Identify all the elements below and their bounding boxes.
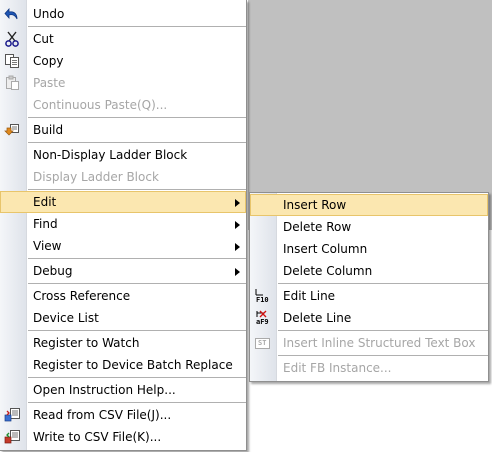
menu-separator [28,330,246,331]
undo-icon [4,6,21,22]
read-csv-icon [4,407,21,423]
submenu-item-delete-row[interactable]: Delete Row [250,216,488,238]
menu-separator [278,283,488,284]
menu-separator [28,142,246,143]
submenu-arrow-icon [235,199,240,207]
menu-separator [28,283,246,284]
submenu-item-edit-fb-instance[interactable]: Edit FB Instance... [250,357,488,379]
menu-item-display-ladder-block[interactable]: Display Ladder Block [0,166,246,188]
delete-line-icon: aF9 [254,310,271,326]
submenu-item-delete-line[interactable]: aF9 Delete Line [250,307,488,329]
submenu-item-insert-row[interactable]: Insert Row [250,194,488,216]
menu-item-edit[interactable]: Edit [0,191,246,213]
paste-icon [4,75,21,91]
menu-item-undo[interactable]: Undo [0,3,246,25]
context-menu: Undo Cut Copy Paste Continuous Paste(Q).… [0,0,247,451]
menu-separator [28,258,246,259]
menu-separator [28,402,246,403]
submenu-arrow-icon [235,221,240,229]
menu-item-copy[interactable]: Copy [0,50,246,72]
build-icon [4,122,21,138]
copy-icon [4,53,21,69]
menu-item-paste[interactable]: Paste [0,72,246,94]
menu-item-non-display-ladder-block[interactable]: Non-Display Ladder Block [0,144,246,166]
menu-separator [28,117,246,118]
menu-item-open-instruction-help[interactable]: Open Instruction Help... [0,379,246,401]
submenu-arrow-icon [235,243,240,251]
cut-icon [4,31,21,47]
menu-separator [28,26,246,27]
menu-item-write-to-csv[interactable]: Write to CSV File(K)... [0,426,246,448]
menu-item-build[interactable]: Build [0,119,246,141]
menu-item-cross-reference[interactable]: Cross Reference [0,285,246,307]
menu-item-register-to-device-batch-replace[interactable]: Register to Device Batch Replace [0,354,246,376]
menu-separator [278,355,488,356]
submenu-arrow-icon [235,268,240,276]
edit-line-icon: F10 [255,289,269,304]
write-csv-icon [4,429,21,445]
menu-item-cut[interactable]: Cut [0,28,246,50]
menu-item-device-list[interactable]: Device List [0,307,246,329]
menu-item-debug[interactable]: Debug [0,260,246,282]
menu-separator [278,330,488,331]
menu-item-find[interactable]: Find [0,213,246,235]
submenu-item-insert-column[interactable]: Insert Column [250,238,488,260]
menu-item-read-from-csv[interactable]: Read from CSV File(J)... [0,404,246,426]
inline-st-icon: ST [254,335,271,351]
menu-item-register-to-watch[interactable]: Register to Watch [0,332,246,354]
submenu-item-delete-column[interactable]: Delete Column [250,260,488,282]
menu-separator [28,189,246,190]
menu-item-continuous-paste[interactable]: Continuous Paste(Q)... [0,94,246,116]
submenu-item-insert-inline-st-box[interactable]: ST Insert Inline Structured Text Box [250,332,488,354]
menu-item-view[interactable]: View [0,235,246,257]
menu-separator [28,377,246,378]
edit-submenu: Insert Row Delete Row Insert Column Dele… [249,192,489,382]
submenu-item-edit-line[interactable]: F10 Edit Line [250,285,488,307]
